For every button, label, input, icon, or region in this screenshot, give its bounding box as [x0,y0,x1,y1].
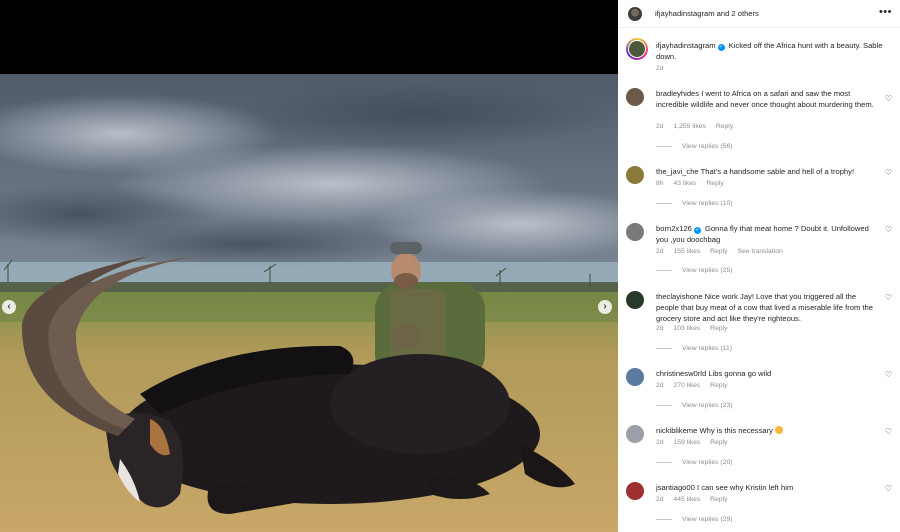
comment-time: 2d [656,382,664,389]
post-photo [0,74,618,532]
view-replies-button[interactable]: View replies (23) [656,402,733,409]
comment-username[interactable]: nickiblikeme [656,426,697,435]
comment-body: I can see why Kristin left him [696,483,794,492]
comment-likes[interactable]: 1,255 likes [673,123,706,130]
comment-text: the_javi_che That's a handsome sable and… [656,166,878,177]
chevron-left-icon[interactable]: ‹ [2,300,16,314]
heart-icon[interactable]: ♡ [885,484,892,493]
view-replies-button[interactable]: View replies (56) [656,143,733,150]
comment-meta: 2d 1,255 likes Reply [656,123,741,130]
heart-icon[interactable]: ♡ [885,168,892,177]
comment-avatar[interactable] [626,88,644,106]
reply-button[interactable]: Reply [710,496,727,503]
post-media: ‹ › [0,0,618,532]
heart-icon[interactable]: ♡ [885,427,892,436]
heart-icon[interactable]: ♡ [885,293,892,302]
comment-likes[interactable]: 43 likes [673,180,696,187]
heart-icon[interactable]: ♡ [885,370,892,379]
chevron-right-icon[interactable]: › [598,300,612,314]
comment-meta: 2d 445 likes Reply [656,496,736,503]
comment-time: 2d [656,248,664,255]
comment-text: born2x126 ✓ Gonna fly that meat home ? Do… [656,223,878,245]
comment-time: 8h [656,180,664,187]
comment-avatar[interactable] [626,425,644,443]
comment-text: theclayishone Nice work Jay! Love that y… [656,291,878,324]
caption-text: ifjayhadinstagram ✓ Kicked off the Africa… [656,40,888,62]
comment-username[interactable]: born2x126 [656,224,692,233]
comment-time: 2d [656,123,664,130]
heart-icon[interactable]: ♡ [885,225,892,234]
comment-username[interactable]: christinesw0rld [656,369,706,378]
reply-button[interactable]: Reply [710,325,727,332]
comments-panel: ifjayhadinstagram and 2 others ••• ifjay… [618,0,900,532]
caption-time: 2d [656,65,664,72]
comment-meta: 2d 159 likes Reply [656,439,736,446]
comment-likes[interactable]: 159 likes [673,439,700,446]
comment-body: That's a handsome sable and hell of a tr… [700,167,855,176]
comment-likes[interactable]: 103 likes [673,325,700,332]
author-avatar[interactable] [628,6,642,21]
comment-likes[interactable]: 445 likes [673,496,700,503]
reply-button[interactable]: Reply [716,123,733,130]
caption-username[interactable]: ifjayhadinstagram [656,41,716,50]
comment-body: Why is this necessary [699,426,773,435]
view-replies-button[interactable]: View replies (20) [656,459,733,466]
comment-likes[interactable]: 155 likes [673,248,700,255]
reply-button[interactable]: Reply [710,439,727,446]
comment-meta: 2d 155 likes Reply See translation [656,248,791,255]
reply-button[interactable]: Reply [710,248,727,255]
comment-likes[interactable]: 270 likes [673,382,700,389]
comment-username[interactable]: jsantiago00 [656,483,695,492]
comment-time: 2d [656,325,664,332]
comment-text: bradleyhides I went to Africa on a safar… [656,88,878,110]
comment-text: jsantiago00 I can see why Kristin left h… [656,482,878,493]
comment-meta: 8h 43 likes Reply [656,180,732,187]
verified-badge-icon: ✓ [693,227,701,234]
view-replies-button[interactable]: View replies (25) [656,267,733,274]
reply-button[interactable]: Reply [710,382,727,389]
comment-text: christinesw0rld Libs gonna go wild [656,368,878,379]
comment-avatar[interactable] [626,166,644,184]
emoji-icon [775,426,784,434]
caption-avatar[interactable] [626,38,648,60]
instagram-post-view: ‹ › ifjayhadinstagram and 2 others ••• i… [0,0,900,532]
heart-icon[interactable]: ♡ [885,94,892,103]
reply-button[interactable]: Reply [706,180,723,187]
comment-time: 2d [656,496,664,503]
post-header-name[interactable]: ifjayhadinstagram and 2 others [655,9,759,18]
post-header: ifjayhadinstagram and 2 others ••• [618,0,900,28]
comment-body: Libs gonna go wild [708,369,772,378]
comment-avatar[interactable] [626,223,644,241]
see-translation-button[interactable]: See translation [737,248,782,255]
comment-username[interactable]: bradleyhides [656,89,699,98]
comment-avatar[interactable] [626,482,644,500]
more-options-icon[interactable]: ••• [879,7,892,18]
view-replies-button[interactable]: View replies (11) [656,345,732,352]
comment-text: nickiblikeme Why is this necessary [656,425,878,436]
comment-avatar[interactable] [626,291,644,309]
verified-badge-icon: ✓ [717,44,725,51]
comment-meta: 2d 270 likes Reply [656,382,736,389]
view-replies-button[interactable]: View replies (10) [656,200,733,207]
view-replies-button[interactable]: View replies (29) [656,516,733,523]
comment-username[interactable]: the_javi_che [656,167,699,176]
comment-time: 2d [656,439,664,446]
comment-avatar[interactable] [626,368,644,386]
comment-username[interactable]: theclayishone [656,292,702,301]
comment-meta: 2d 103 likes Reply [656,325,736,332]
